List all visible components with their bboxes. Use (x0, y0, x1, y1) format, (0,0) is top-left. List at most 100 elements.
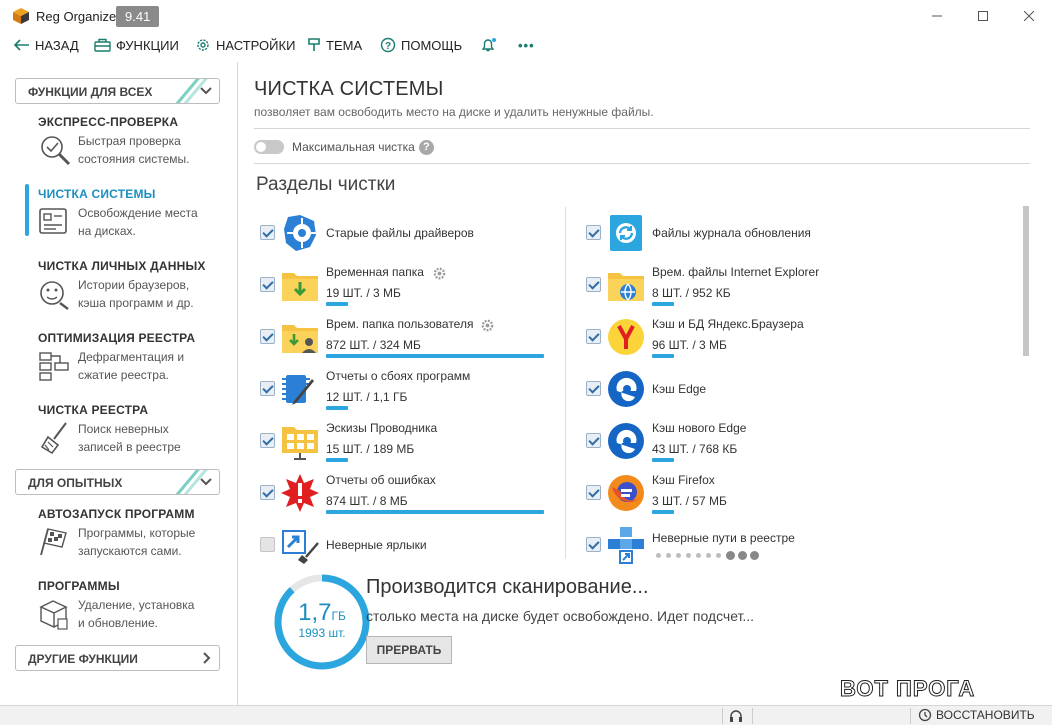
item-title: Отчеты о сбоях программ (326, 369, 471, 383)
max-clean-label: Максимальная чистка (292, 140, 415, 154)
broom-icon (40, 422, 67, 455)
divider (752, 708, 753, 724)
item-checkbox[interactable] (260, 381, 275, 396)
question-circle-icon: ? (380, 37, 396, 53)
driver-gear-icon (284, 215, 317, 251)
group-for-advanced[interactable]: ДЛЯ ОПЫТНЫХ (15, 469, 220, 495)
item-stats: 19 ШТ. / 3 МБ (326, 286, 401, 300)
divider (910, 708, 911, 724)
page-subtitle: позволяет вам освободить место на диске … (254, 105, 654, 119)
sidebar-item-title: ПРОГРАММЫ (38, 579, 120, 593)
item-checkbox[interactable] (586, 225, 601, 240)
more-button[interactable]: ••• (518, 35, 535, 55)
item-title: Кэш нового Edge (652, 421, 747, 435)
item-checkbox[interactable] (260, 485, 275, 500)
sidebar-item-registry-optimization[interactable]: ОПТИМИЗАЦИЯ РЕЕСТРА Дефрагментация и сжат… (38, 331, 228, 391)
dot (726, 551, 735, 560)
item-checkbox[interactable] (586, 537, 601, 552)
item-checkbox[interactable] (260, 277, 275, 292)
item-title: Временная папка (326, 265, 424, 279)
bell-icon (481, 38, 496, 52)
folder-ie-icon (608, 273, 644, 301)
item-title: Эскизы Проводника (326, 421, 438, 435)
help-icon[interactable]: ? (418, 139, 434, 155)
theme-label: ТЕМА (326, 37, 363, 53)
headset-icon[interactable] (729, 709, 743, 723)
sidebar-item-desc: Освобождение места на дисках. (78, 206, 198, 238)
minimize-button[interactable] (914, 0, 960, 32)
item-stats: 3 ШТ. / 57 МБ (652, 494, 727, 508)
freed-count: 1993 шт. (298, 626, 346, 640)
item-checkbox[interactable] (260, 537, 275, 552)
divider (722, 708, 723, 724)
functions-label: ФУНКЦИИ (116, 37, 179, 53)
item-title: Неверные ярлыки (326, 538, 427, 552)
divider (254, 128, 1030, 129)
item-checkbox[interactable] (586, 277, 601, 292)
group-label: ДЛЯ ОПЫТНЫХ (28, 476, 123, 490)
item-stats: 96 ШТ. / 3 МБ (652, 338, 727, 352)
notifications-button[interactable] (479, 35, 502, 55)
item-stats: 12 ШТ. / 1,1 ГБ (326, 390, 408, 404)
sidebar-item-system-cleanup[interactable]: ЧИСТКА СИСТЕМЫ Освобождение места на диск… (38, 187, 228, 247)
item-progress (652, 354, 674, 358)
scan-subtitle: столько места на диске будет освобождено… (366, 608, 755, 624)
close-button[interactable] (1006, 0, 1052, 32)
dot (738, 551, 747, 560)
item-title: Кэш и БД Яндекс.Браузера (652, 317, 804, 331)
race-flag-icon (40, 528, 67, 556)
settings-button[interactable]: НАСТРОЙКИ (195, 35, 295, 55)
edge-icon (608, 371, 644, 407)
maximize-button[interactable] (960, 0, 1006, 32)
sidebar-item-express-check[interactable]: ЭКСПРЕСС-ПРОВЕРКА Быстрая проверка состоя… (38, 115, 228, 175)
chip-pencil-icon (282, 375, 314, 405)
watermark-logo: ВОТ ПРОГА (839, 676, 976, 702)
sidebar-item-registry-cleanup[interactable]: ЧИСТКА РЕЕСТРА Поиск неверных записей в р… (38, 403, 228, 463)
dot (686, 553, 691, 558)
toolbox-icon (94, 38, 111, 52)
gear-icon[interactable] (480, 318, 495, 333)
sidebar-item-desc: Программы, которые запускаются сами. (78, 526, 196, 558)
item-stats: 15 ШТ. / 189 МБ (326, 442, 415, 456)
cleanup-item-update-logs: Файлы журнала обновления (586, 209, 886, 257)
update-log-icon (610, 215, 642, 251)
item-title: Отчеты об ошибках (326, 473, 436, 487)
svg-text:?: ? (385, 41, 391, 52)
group-label: ДРУГИЕ ФУНКЦИИ (28, 652, 138, 666)
item-title: Кэш Edge (652, 382, 707, 396)
folder-user-icon (282, 325, 318, 353)
sidebar-item-programs[interactable]: ПРОГРАММЫ Удаление, установка и обновлени… (38, 579, 228, 639)
cleanup-item-explorer-thumbnails: Эскизы Проводника 15 ШТ. / 189 МБ (260, 417, 560, 465)
functions-button[interactable]: ФУНКЦИИ (94, 35, 179, 55)
folder-download-icon (282, 273, 318, 301)
active-indicator (25, 184, 29, 236)
back-button[interactable]: НАЗАД (14, 35, 79, 55)
sidebar-item-privacy-cleanup[interactable]: ЧИСТКА ЛИЧНЫХ ДАННЫХ Истории браузеров, к… (38, 259, 228, 319)
item-checkbox[interactable] (260, 225, 275, 240)
dot (706, 553, 711, 558)
help-button[interactable]: ? ПОМОЩЬ (380, 35, 462, 55)
sidebar-item-desc: Поиск неверных записей в реестре (78, 422, 181, 454)
gear-icon[interactable] (432, 266, 447, 281)
theme-button[interactable]: ТЕМА (307, 35, 362, 55)
group-functions-for-all[interactable]: ФУНКЦИИ ДЛЯ ВСЕХ (15, 78, 220, 104)
stop-button[interactable]: ПРЕРВАТЬ (366, 636, 452, 664)
item-title: Файлы журнала обновления (652, 226, 811, 240)
item-checkbox[interactable] (586, 485, 601, 500)
item-checkbox[interactable] (260, 329, 275, 344)
dot (656, 553, 661, 558)
close-icon (1024, 11, 1034, 21)
restore-button[interactable]: ВОССТАНОВИТЬ (918, 708, 1035, 722)
group-other-functions[interactable]: ДРУГИЕ ФУНКЦИИ (15, 645, 220, 671)
max-clean-toggle[interactable] (254, 140, 284, 154)
item-checkbox[interactable] (586, 381, 601, 396)
item-checkbox[interactable] (586, 433, 601, 448)
item-title: Врем. папка пользователя (326, 317, 474, 331)
registry-blocks-icon (39, 352, 69, 381)
sidebar-item-autorun[interactable]: АВТОЗАПУСК ПРОГРАММ Программы, которые за… (38, 507, 228, 567)
scrollbar-thumb[interactable] (1023, 206, 1029, 356)
item-checkbox[interactable] (586, 329, 601, 344)
item-checkbox[interactable] (260, 433, 275, 448)
magnifier-check-icon (41, 136, 71, 166)
item-progress (326, 302, 348, 306)
